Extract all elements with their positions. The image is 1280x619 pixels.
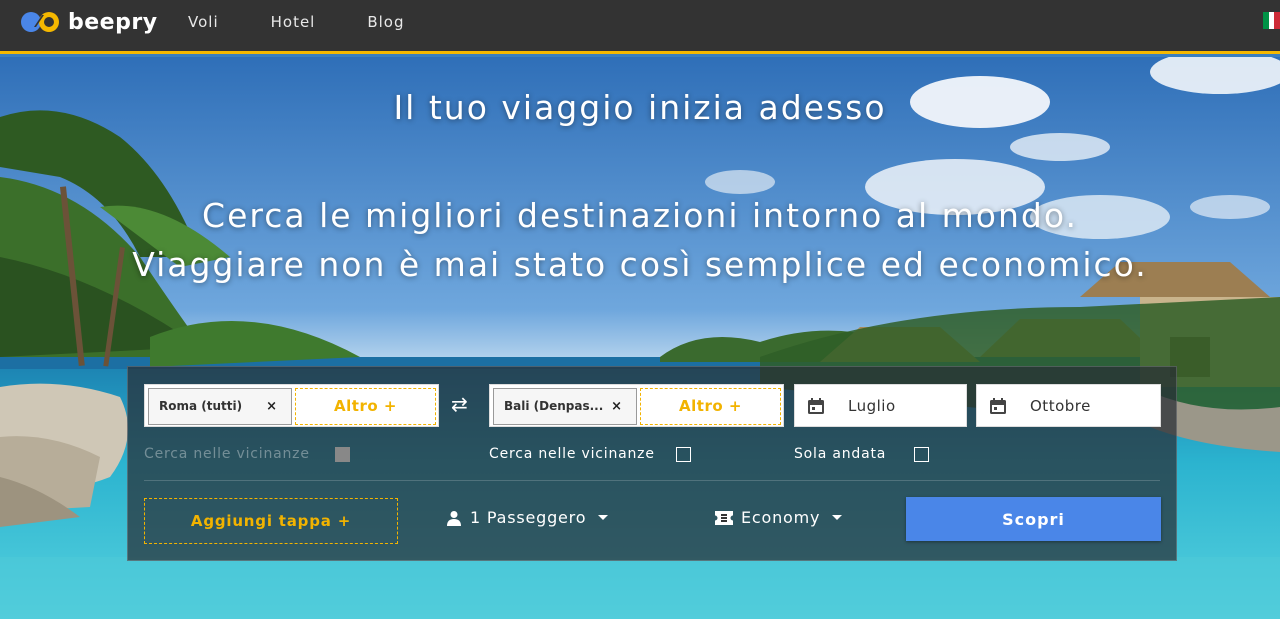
chevron-down-icon <box>832 515 843 520</box>
return-date-label: Ottobre <box>1030 397 1091 415</box>
hero-headline: Il tuo viaggio inizia adesso <box>393 88 887 127</box>
one-way-checkbox[interactable] <box>914 447 929 462</box>
cabin-class-label: Economy <box>741 508 821 527</box>
origin-add-more-button[interactable]: Altro + <box>295 388 436 425</box>
hero-subline-1: Cerca le migliori destinazioni intorno a… <box>202 196 1078 235</box>
hero-subline-2: Viaggiare non è mai stato così semplice … <box>132 245 1148 284</box>
origin-remove-icon[interactable]: × <box>266 389 277 424</box>
departure-date-field[interactable]: Luglio <box>794 384 967 427</box>
origin-field[interactable]: Roma (tutti) × Altro + <box>144 384 439 427</box>
origin-chip-label: Roma (tutti) <box>159 399 243 413</box>
brand-logo[interactable]: beepry <box>20 7 158 37</box>
calendar-icon <box>990 398 1006 414</box>
departure-date-label: Luglio <box>848 397 896 415</box>
nav-link-flights[interactable]: Voli <box>188 13 219 31</box>
passengers-dropdown[interactable]: 1 Passeggero <box>446 508 609 527</box>
person-icon <box>447 510 461 526</box>
search-submit-button[interactable]: Scopri <box>906 497 1161 541</box>
passengers-label: 1 Passeggero <box>470 508 587 527</box>
beepry-logo-icon <box>21 12 59 32</box>
flight-search-panel: Roma (tutti) × Altro + ⇄ Bali (Denpas...… <box>127 366 1177 561</box>
return-date-field[interactable]: Ottobre <box>976 384 1161 427</box>
destination-field[interactable]: Bali (Denpas... × Altro + <box>489 384 784 427</box>
ticket-icon <box>715 510 733 525</box>
destination-nearby-label: Cerca nelle vicinanze <box>489 446 655 462</box>
nav-link-blog[interactable]: Blog <box>367 13 404 31</box>
one-way-label: Sola andata <box>794 446 887 462</box>
language-flag-icon[interactable] <box>1263 12 1280 29</box>
main-nav: Voli Hotel Blog <box>188 13 457 31</box>
destination-remove-icon[interactable]: × <box>611 389 622 424</box>
swap-locations-icon[interactable]: ⇄ <box>451 392 468 416</box>
destination-chip[interactable]: Bali (Denpas... × <box>493 388 637 425</box>
origin-chip[interactable]: Roma (tutti) × <box>148 388 292 425</box>
cabin-class-dropdown[interactable]: Economy <box>715 508 843 527</box>
flag-stripe-red <box>1274 12 1280 29</box>
origin-nearby-checkbox[interactable] <box>335 447 350 462</box>
panel-divider <box>144 480 1160 481</box>
brand-name: beepry <box>68 9 158 35</box>
nav-link-hotel[interactable]: Hotel <box>271 13 316 31</box>
add-stop-button[interactable]: Aggiungi tappa + <box>144 498 398 544</box>
destination-nearby-checkbox[interactable] <box>676 447 691 462</box>
calendar-icon <box>808 398 824 414</box>
top-navigation-bar: beepry Voli Hotel Blog <box>0 0 1280 54</box>
destination-chip-label: Bali (Denpas... <box>504 399 604 413</box>
origin-nearby-label: Cerca nelle vicinanze <box>144 446 310 462</box>
destination-add-more-button[interactable]: Altro + <box>640 388 781 425</box>
chevron-down-icon <box>598 515 609 520</box>
